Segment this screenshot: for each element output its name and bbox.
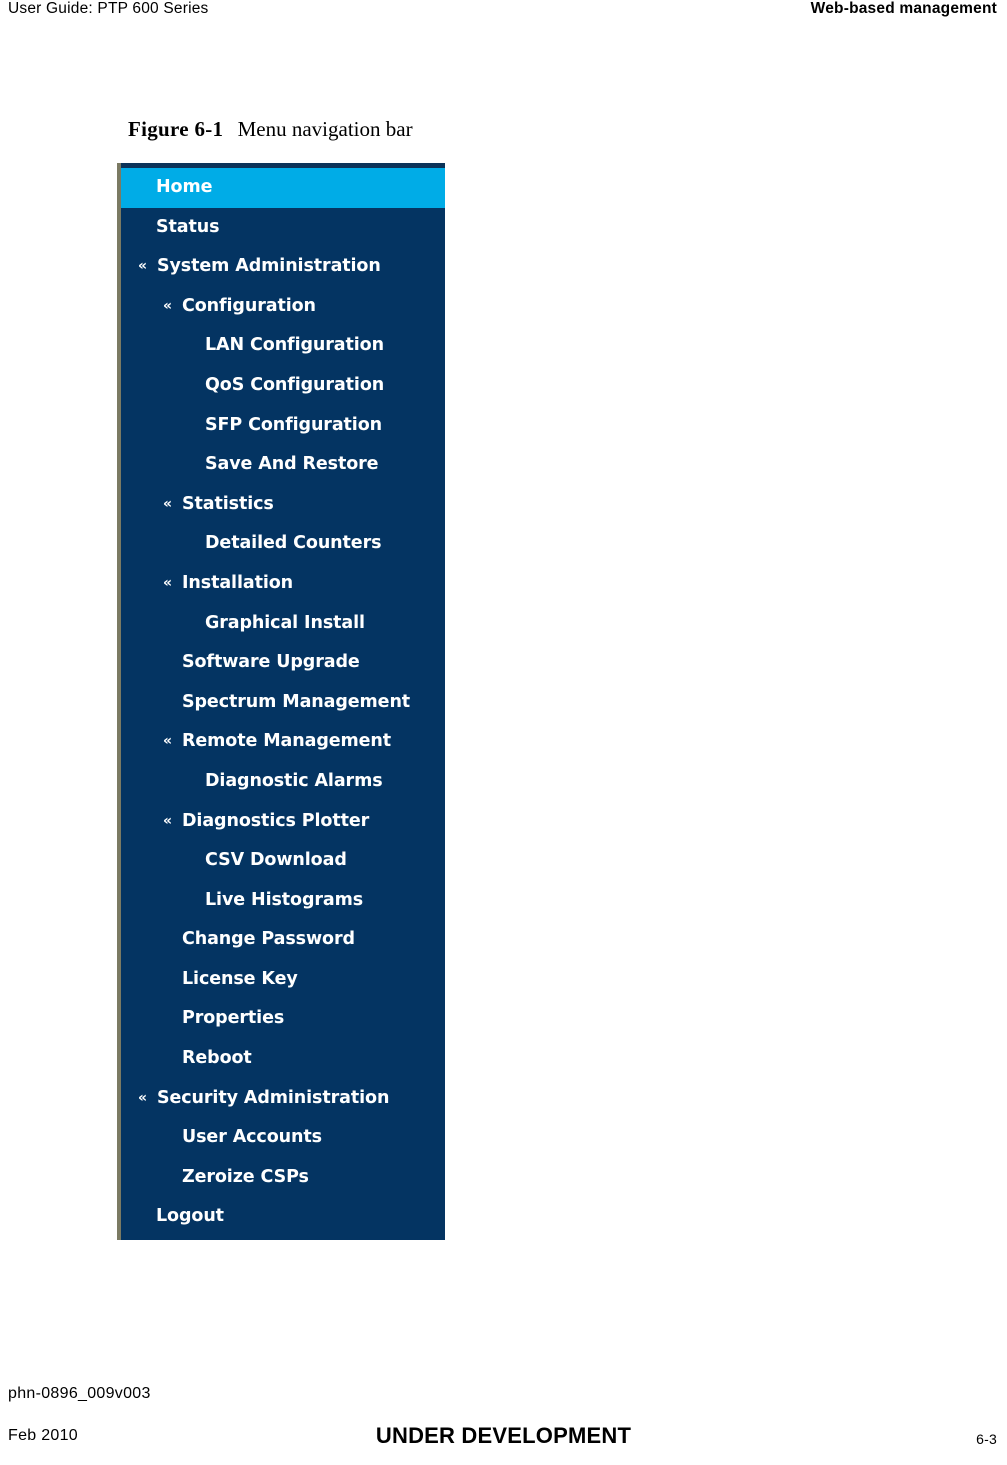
figure-number: Figure 6-1 [128,117,224,141]
expand-chevron-icon[interactable]: « [163,722,172,762]
menu-item-graphical-install[interactable]: Graphical Install [121,604,445,644]
running-head-right: Web-based management [810,0,997,17]
menu-item-label: Software Upgrade [182,652,360,673]
menu-item-label: Diagnostic Alarms [205,770,383,791]
menu-item-license-key[interactable]: License Key [121,960,445,1000]
menu-item-software-upgrade[interactable]: Software Upgrade [121,643,445,683]
menu-item-configuration[interactable]: « Configuration [121,287,445,327]
menu-item-label: CSV Download [205,850,347,871]
menu-item-label: Installation [182,572,294,593]
menu-item-list: Home Status « System Administration « Configu… [121,168,445,1237]
menu-item-label: SFP Configuration [205,414,382,435]
menu-item-label: LAN Configuration [205,335,384,356]
menu-item-status[interactable]: Status [121,208,445,248]
menu-item-label: License Key [182,968,298,989]
menu-item-properties[interactable]: Properties [121,999,445,1039]
footer-document-code: phn-0896_009v003 [8,1385,151,1402]
menu-item-logout[interactable]: Logout [121,1197,445,1237]
menu-item-label: Reboot [182,1048,252,1069]
menu-item-label: Statistics [182,493,274,514]
menu-item-label: Security Administration [157,1087,390,1108]
running-head-left: User Guide: PTP 600 Series [8,0,209,17]
menu-item-remote-management[interactable]: « Remote Management [121,722,445,762]
menu-item-home[interactable]: Home [121,168,445,208]
menu-item-reboot[interactable]: Reboot [121,1039,445,1079]
menu-item-label: System Administration [157,256,381,277]
footer-page-number: 6-3 [976,1431,997,1447]
menu-item-label: Live Histograms [205,889,364,910]
menu-item-csv-download[interactable]: CSV Download [121,841,445,881]
menu-item-save-and-restore[interactable]: Save And Restore [121,445,445,485]
expand-chevron-icon[interactable]: « [163,485,172,525]
menu-item-zeroize-csps[interactable]: Zeroize CSPs [121,1158,445,1198]
menu-item-installation[interactable]: « Installation [121,564,445,604]
menu-item-statistics[interactable]: « Statistics [121,485,445,525]
menu-item-change-password[interactable]: Change Password [121,920,445,960]
expand-chevron-icon[interactable]: « [163,287,172,327]
expand-chevron-icon[interactable]: « [138,247,147,287]
page-footer: phn-0896_009v003 Feb 2010 UNDER DEVELOPM… [0,1375,1007,1465]
figure-caption: Figure 6-1 Menu navigation bar [128,117,413,142]
menu-item-label: Logout [156,1206,224,1227]
menu-item-label: Spectrum Management [182,691,411,712]
menu-item-spectrum-management[interactable]: Spectrum Management [121,683,445,723]
menu-item-label: Diagnostics Plotter [182,810,370,831]
menu-item-label: Graphical Install [205,612,365,633]
expand-chevron-icon[interactable]: « [163,564,172,604]
figure-title: Menu navigation bar [237,117,413,141]
menu-item-label: Remote Management [182,731,392,752]
menu-item-qos-configuration[interactable]: QoS Configuration [121,366,445,406]
menu-item-diagnostics-plotter[interactable]: « Diagnostics Plotter [121,802,445,842]
menu-item-security-administration[interactable]: « Security Administration [121,1079,445,1119]
page-running-head: User Guide: PTP 600 Series Web-based man… [0,0,1007,26]
menu-item-label: Properties [182,1008,285,1029]
menu-item-label: Configuration [182,295,316,316]
menu-item-detailed-counters[interactable]: Detailed Counters [121,524,445,564]
menu-item-lan-configuration[interactable]: LAN Configuration [121,326,445,366]
menu-item-sfp-configuration[interactable]: SFP Configuration [121,406,445,446]
menu-navigation-bar: Home Status « System Administration « Configu… [117,163,445,1240]
menu-item-label: User Accounts [182,1127,322,1148]
menu-item-system-administration[interactable]: « System Administration [121,247,445,287]
menu-item-diagnostic-alarms[interactable]: Diagnostic Alarms [121,762,445,802]
menu-item-label: Change Password [182,929,355,950]
menu-item-user-accounts[interactable]: User Accounts [121,1118,445,1158]
menu-item-label: Status [156,216,220,237]
menu-item-label: Home [156,177,213,197]
footer-status-text: UNDER DEVELOPMENT [375,1423,632,1448]
expand-chevron-icon[interactable]: « [138,1079,147,1119]
menu-item-label: Save And Restore [205,454,379,475]
menu-item-label: Zeroize CSPs [182,1166,309,1187]
menu-item-live-histograms[interactable]: Live Histograms [121,881,445,921]
expand-chevron-icon[interactable]: « [163,802,172,842]
menu-item-label: Detailed Counters [205,533,382,554]
menu-item-label: QoS Configuration [205,374,385,395]
